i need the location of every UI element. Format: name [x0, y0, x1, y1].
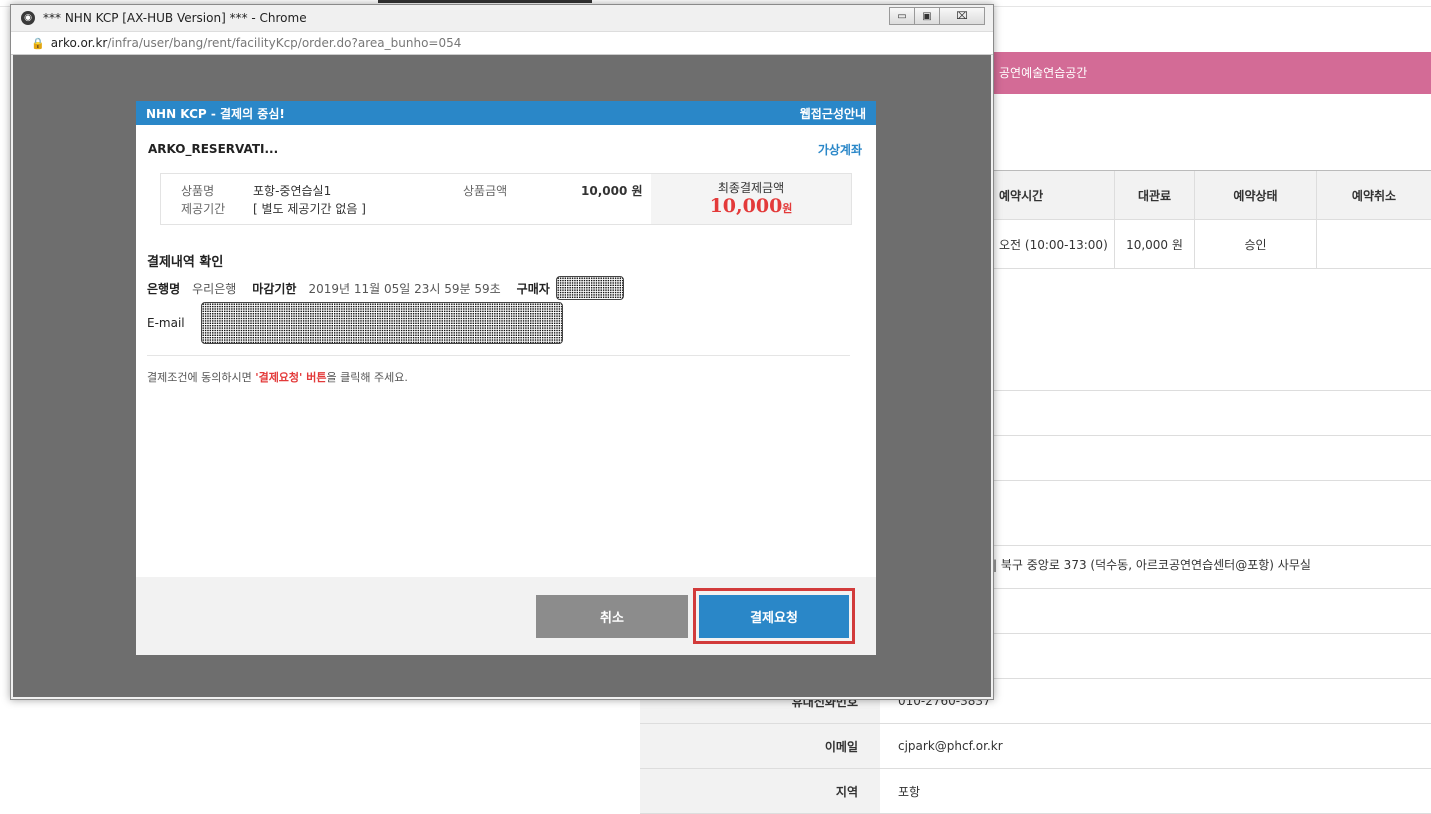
goods-period-row: 제공기간 [ 별도 제공기간 없음 ]: [181, 200, 366, 217]
divider: [993, 390, 1431, 391]
total-amount-label: 최종결제금액: [717, 181, 785, 195]
header-rent-fee: 대관료: [1115, 171, 1195, 219]
web-accessibility-link[interactable]: 웹접근성안내: [800, 105, 866, 122]
window-controls: ▭ ▣ ⌧: [889, 7, 985, 25]
header-reserve-status: 예약상태: [1195, 171, 1317, 219]
info-row-email: 이메일 cjpark@phcf.or.kr: [640, 724, 1431, 769]
deadline-label: 마감기한: [252, 281, 297, 296]
close-button[interactable]: ⌧: [939, 7, 985, 25]
cell-reserve-status: 승인: [1195, 220, 1317, 268]
kcp-payment-modal: NHN KCP - 결제의 중심! 웹접근성안내 ARKO_RESERVATI.…: [136, 101, 876, 655]
minimize-button[interactable]: ▭: [889, 7, 915, 25]
modal-footer: 취소 결제요청: [136, 577, 876, 655]
total-amount-unit: 원: [782, 202, 793, 215]
payment-popup-window: ◉ *** NHN KCP [AX-HUB Version] *** - Chr…: [10, 4, 994, 700]
url-path: /infra/user/bang/rent/facilityKcp/order.…: [107, 36, 462, 50]
notice-highlight: '결제요청' 버튼: [255, 371, 327, 384]
section-divider: [147, 355, 850, 356]
payment-method: 가상계좌: [817, 142, 862, 157]
lock-icon: 🔒: [31, 36, 45, 50]
divider: [993, 633, 1431, 634]
notice-text-end: 을 클릭해 주세요.: [326, 371, 408, 384]
email-label: E-mail: [147, 316, 185, 330]
reservation-table-header: 예약시간 대관료 예약상태 예약취소: [993, 170, 1431, 220]
chrome-icon: ◉: [21, 11, 35, 25]
info-row-region: 지역 포항: [640, 769, 1431, 814]
divider: [993, 545, 1431, 546]
office-address: | 북구 중앙로 373 (덕수동, 아르코공연연습센터@포항) 사무실: [993, 558, 1311, 572]
table-row: 오전 (10:00-13:00) 10,000 원 승인: [993, 220, 1431, 269]
notice-text: 결제조건에 동의하시면: [147, 371, 256, 384]
window-titlebar[interactable]: ◉ *** NHN KCP [AX-HUB Version] *** - Chr…: [11, 5, 993, 31]
header-reserve-cancel: 예약취소: [1351, 188, 1397, 203]
total-amount-value: 10,000: [709, 195, 783, 217]
buyer-label: 구매자: [516, 281, 550, 296]
bank-label: 은행명: [147, 281, 181, 296]
total-amount: 10,000원: [710, 196, 793, 219]
goods-name-label: 상품명: [181, 184, 215, 198]
cell-reserve-cancel[interactable]: [1317, 220, 1431, 268]
merchant-name: ARKO_RESERVATI...: [148, 142, 279, 156]
bank-value: 우리은행: [192, 281, 237, 296]
info-value: cjpark@phcf.or.kr: [898, 739, 1003, 753]
header-reserve-time: 예약시간: [993, 171, 1115, 219]
cell-reserve-time: 오전 (10:00-13:00): [993, 220, 1115, 268]
info-label: 이메일: [640, 724, 880, 768]
payment-request-button[interactable]: 결제요청: [699, 594, 849, 638]
payment-details-title: 결제내역 확인: [147, 255, 224, 270]
merchant-bar: ARKO_RESERVATI... 가상계좌: [136, 125, 876, 173]
total-amount-box: 최종결제금액 10,000원: [651, 174, 851, 224]
goods-period-label: 제공기간: [181, 202, 226, 216]
divider: [993, 435, 1431, 436]
popup-viewport: NHN KCP - 결제의 중심! 웹접근성안내 ARKO_RESERVATI.…: [13, 55, 991, 697]
payment-info-row: 은행명 우리은행 마감기한 2019년 11월 05일 23시 59분 59초 …: [147, 276, 624, 300]
email-redacted: [200, 302, 563, 344]
deadline-value: 2019년 11월 05일 23시 59분 59초: [308, 281, 501, 296]
url-text[interactable]: arko.or.kr/infra/user/bang/rent/facility…: [51, 36, 462, 50]
goods-price-label: 상품금액: [463, 184, 508, 198]
buyer-name-redacted: [555, 276, 624, 300]
goods-period-value: [ 별도 제공기간 없음 ]: [253, 202, 366, 216]
page-top-dark-bar: [378, 0, 592, 3]
reservation-table: 예약시간 대관료 예약상태 예약취소 오전 (10:00-13:00) 10,0…: [993, 170, 1431, 269]
window-title: *** NHN KCP [AX-HUB Version] *** - Chrom…: [43, 11, 307, 25]
goods-name-value: 포항-중연습실1: [253, 184, 332, 198]
goods-name-row: 상품명 포항-중연습실1: [181, 182, 331, 199]
modal-header: NHN KCP - 결제의 중심! 웹접근성안내: [136, 101, 876, 125]
cell-rent-fee: 10,000 원: [1115, 220, 1195, 268]
maximize-button[interactable]: ▣: [914, 7, 940, 25]
divider: [993, 588, 1431, 589]
facility-banner: 공연예술연습공간: [993, 52, 1431, 94]
url-domain: arko.or.kr: [50, 36, 108, 50]
agreement-notice: 결제조건에 동의하시면 '결제요청' 버튼을 클릭해 주세요.: [147, 369, 408, 385]
goods-details: 상품명 포항-중연습실1 제공기간 [ 별도 제공기간 없음 ] 상품금액 10…: [161, 174, 651, 224]
address-bar[interactable]: 🔒 arko.or.kr/infra/user/bang/rent/facili…: [11, 31, 993, 55]
info-label: 지역: [640, 769, 880, 813]
goods-summary-box: 상품명 포항-중연습실1 제공기간 [ 별도 제공기간 없음 ] 상품금액 10…: [160, 173, 852, 225]
info-value: 포항: [898, 784, 921, 799]
email-row: E-mail: [147, 302, 563, 344]
divider: [993, 480, 1431, 481]
cancel-button[interactable]: 취소: [536, 595, 688, 638]
modal-header-title: NHN KCP - 결제의 중심!: [146, 106, 285, 121]
pay-button-highlight: 결제요청: [693, 588, 855, 644]
goods-price-value: 10,000 원: [581, 184, 643, 198]
